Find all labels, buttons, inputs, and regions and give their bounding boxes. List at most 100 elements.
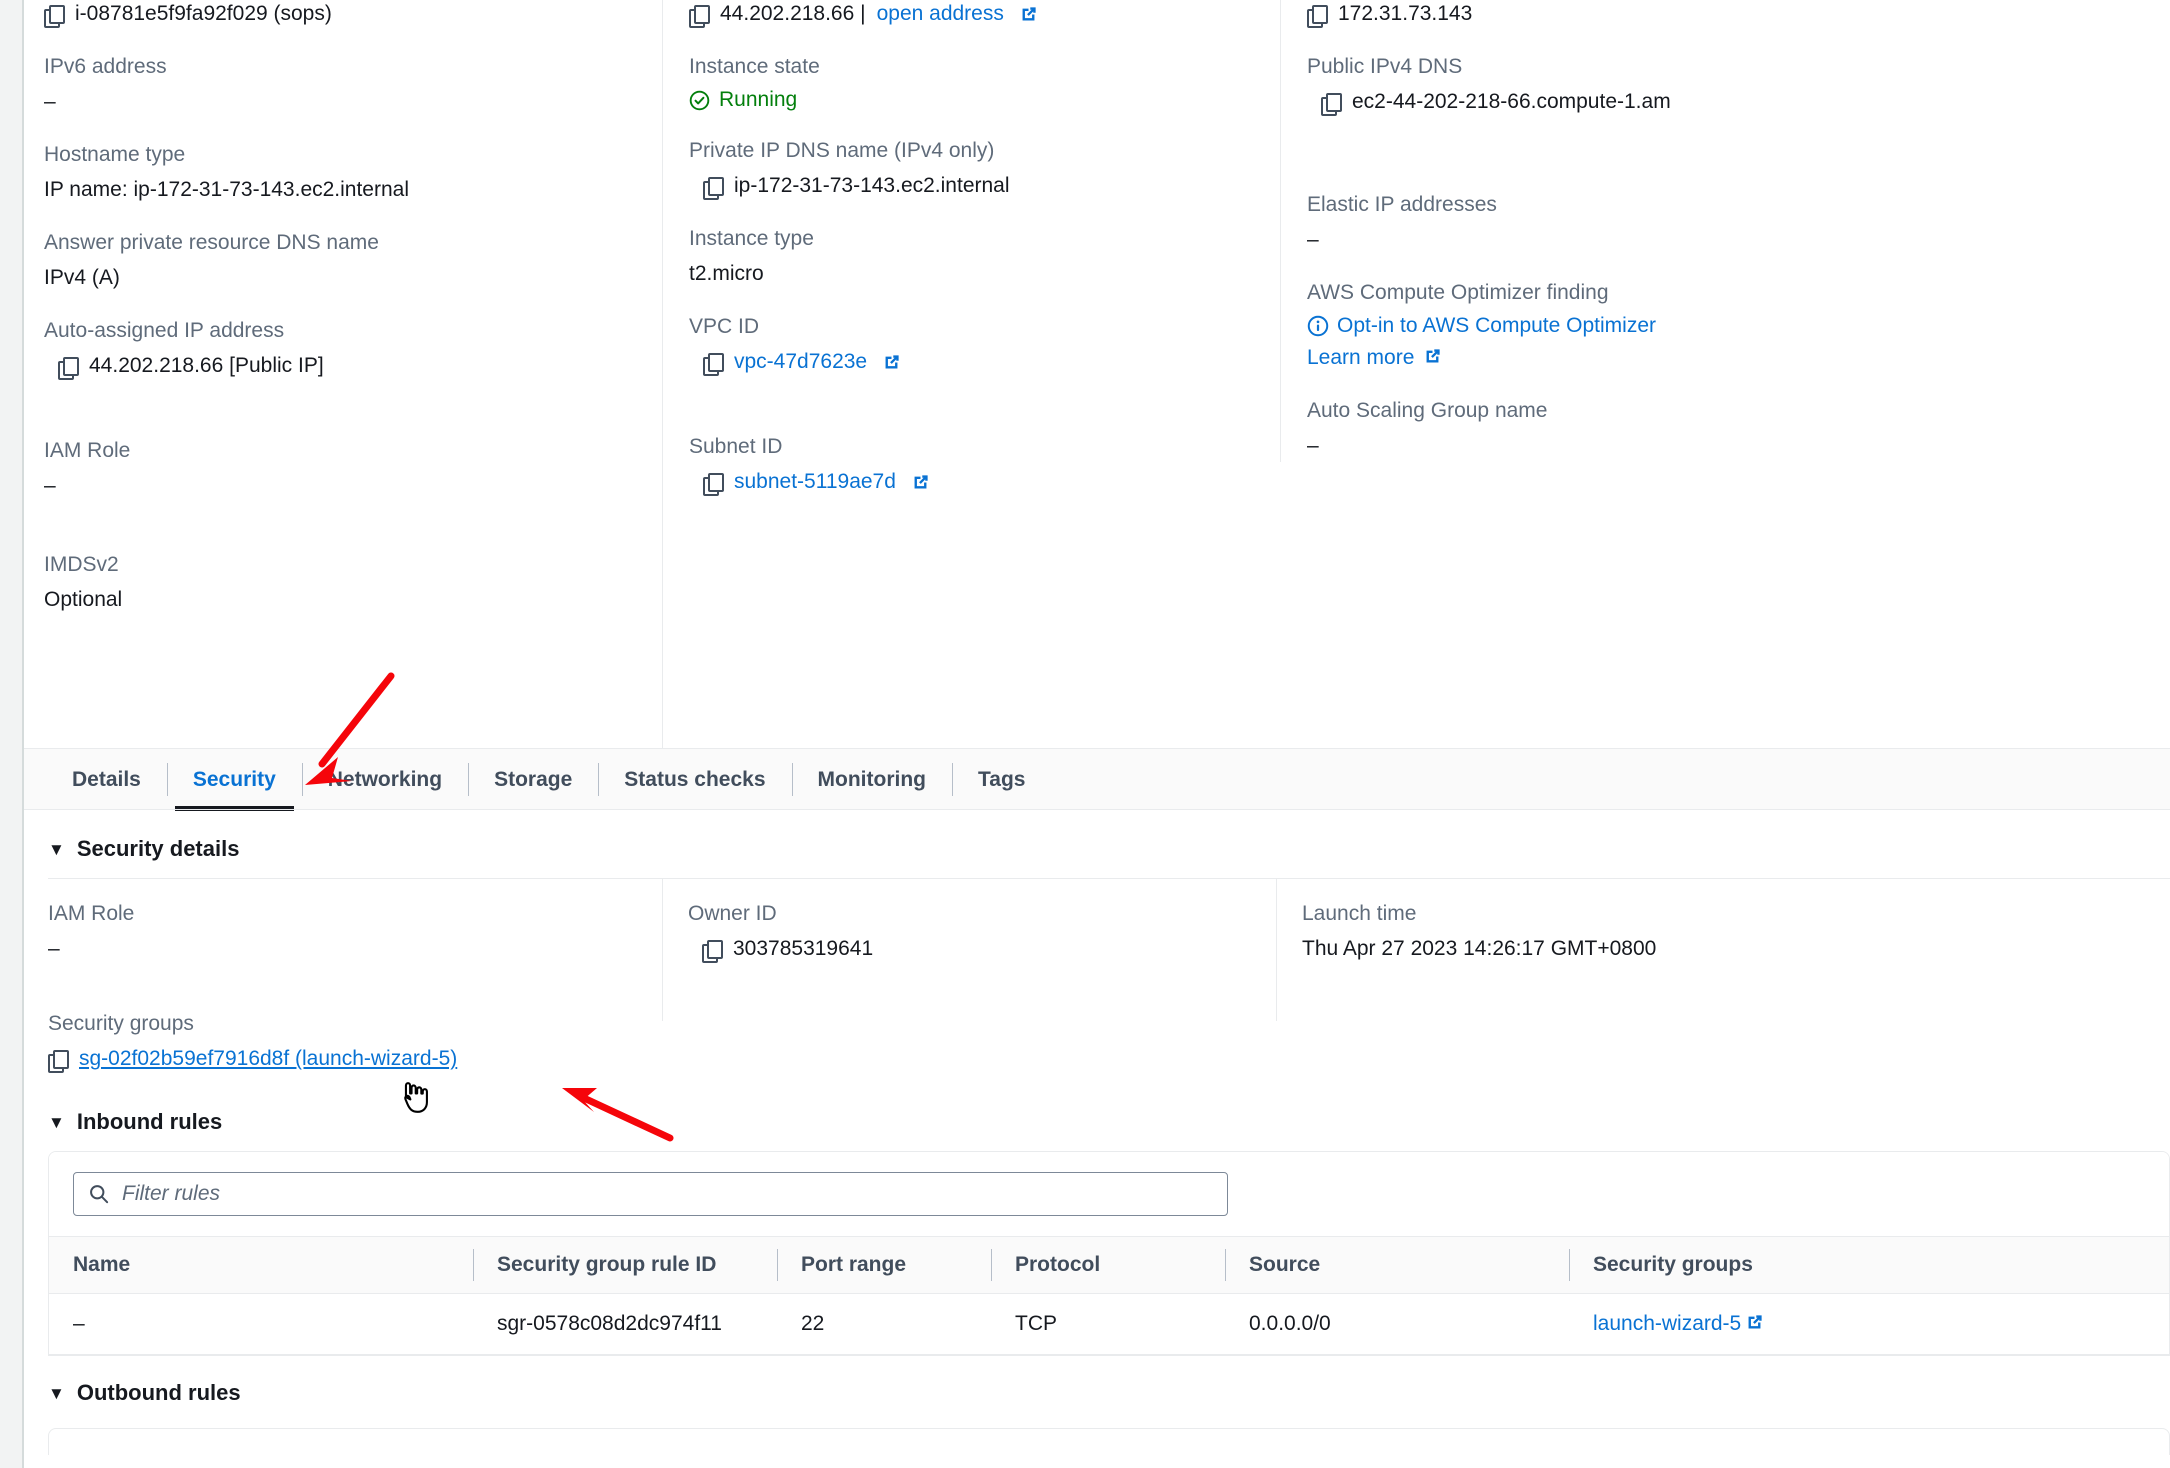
- search-icon: [88, 1183, 110, 1205]
- public-ipv4-value-row: 44.202.218.66 | open address: [689, 0, 1256, 28]
- table-header: Name Security group rule ID Port range P…: [49, 1236, 2169, 1294]
- security-column-middle: Owner ID 303785319641: [662, 879, 1276, 1099]
- field-label: Private IP DNS name (IPv4 only): [689, 139, 995, 162]
- copy-icon[interactable]: [703, 352, 724, 376]
- field-value-row: subnet-5119ae7d: [689, 468, 1256, 496]
- tab-tags[interactable]: Tags: [952, 749, 1051, 810]
- detail-tabs: Details Security Networking Storage Stat…: [24, 748, 2170, 811]
- field-label: Owner ID: [688, 902, 777, 925]
- field-instance-id: i-08781e5f9fa92f029 (sops): [44, 0, 638, 28]
- inbound-rules-header[interactable]: ▼ Inbound rules: [24, 1099, 2170, 1135]
- field-ipv6-address: IPv6 address –: [44, 54, 638, 116]
- tab-storage[interactable]: Storage: [468, 749, 598, 810]
- copy-icon[interactable]: [48, 1049, 69, 1073]
- chevron-down-icon[interactable]: ▼: [48, 841, 65, 858]
- field-value: 44.202.218.66 [Public IP]: [89, 354, 324, 377]
- field-label: Instance type: [689, 227, 814, 250]
- field-value: ip-172-31-73-143.ec2.internal: [734, 174, 1010, 197]
- copy-icon[interactable]: [44, 4, 65, 28]
- field-auto-scaling-group-name: Auto Scaling Group name –: [1307, 398, 2146, 460]
- copy-icon[interactable]: [703, 472, 724, 496]
- external-link-icon[interactable]: [1423, 347, 1442, 366]
- external-link-icon[interactable]: [911, 473, 930, 492]
- field-elastic-ip-addresses: Elastic IP addresses –: [1307, 192, 2146, 254]
- filter-rules-input[interactable]: Filter rules: [73, 1172, 1228, 1216]
- external-link-icon[interactable]: [1019, 5, 1038, 24]
- security-details-title: Security details: [76, 836, 240, 861]
- instance-summary-grid: i-08781e5f9fa92f029 (sops) IPv6 address …: [24, 0, 2170, 748]
- field-instance-state: Instance state Running: [689, 54, 1256, 112]
- vpc-id-link[interactable]: vpc-47d7623e: [734, 348, 867, 376]
- field-value: t2.micro: [689, 262, 764, 285]
- ec2-instance-detail-page: i-08781e5f9fa92f029 (sops) IPv6 address …: [0, 0, 2170, 1468]
- external-link-icon[interactable]: [1745, 1313, 1764, 1332]
- subnet-id-link[interactable]: subnet-5119ae7d: [734, 468, 896, 496]
- check-circle-icon: [689, 90, 710, 111]
- field-label: Subnet ID: [689, 435, 783, 458]
- tab-monitoring[interactable]: Monitoring: [791, 749, 952, 810]
- field-security-groups: Security groups sg-02f02b59ef7916d8f (la…: [48, 1011, 642, 1073]
- pointer-hand-cursor: [404, 1082, 428, 1113]
- field-aws-compute-optimizer-finding: AWS Compute Optimizer finding Opt-in to …: [1307, 280, 2146, 370]
- column-header-port-range[interactable]: Port range: [777, 1236, 991, 1294]
- chevron-down-icon[interactable]: ▼: [48, 1114, 65, 1131]
- tab-networking[interactable]: Networking: [301, 749, 468, 810]
- tab-status-checks[interactable]: Status checks: [598, 749, 791, 810]
- open-address-link[interactable]: open address: [877, 0, 1004, 28]
- outbound-rules-title: Outbound rules: [76, 1380, 241, 1405]
- field-value: ec2-44-202-218-66.compute-1.am: [1352, 90, 1671, 113]
- security-details-header[interactable]: ▼ Security details: [24, 810, 2170, 862]
- column-header-security-groups[interactable]: Security groups: [1569, 1236, 2169, 1294]
- field-value: –: [44, 90, 56, 113]
- optimizer-optin-link[interactable]: Opt-in to AWS Compute Optimizer: [1337, 314, 1656, 338]
- field-value: IPv4 (A): [44, 266, 120, 289]
- chevron-down-icon[interactable]: ▼: [48, 1385, 65, 1402]
- field-label: IAM Role: [44, 439, 131, 462]
- column-header-protocol[interactable]: Protocol: [991, 1236, 1225, 1294]
- tabs-bottom-border: [24, 809, 2170, 810]
- field-label: Security groups: [48, 1012, 194, 1035]
- private-ipv4-value-row: 172.31.73.143: [1307, 0, 2146, 28]
- copy-icon[interactable]: [689, 4, 710, 28]
- copy-icon[interactable]: [1307, 4, 1328, 28]
- copy-icon[interactable]: [702, 939, 723, 963]
- column-header-name[interactable]: Name: [49, 1236, 473, 1294]
- external-link-icon[interactable]: [882, 353, 901, 372]
- info-circle-icon: [1307, 315, 1329, 337]
- field-value-row: vpc-47d7623e: [689, 348, 1256, 376]
- field-value: –: [48, 937, 60, 960]
- optimizer-optin-row: Opt-in to AWS Compute Optimizer: [1307, 314, 2146, 338]
- security-group-link[interactable]: sg-02f02b59ef7916d8f (launch-wizard-5): [79, 1045, 457, 1073]
- summary-column-middle: 44.202.218.66 | open address Instance st…: [662, 0, 1280, 748]
- table-row: – sgr-0578c08d2dc974f11 22 TCP 0.0.0.0/0…: [49, 1293, 2169, 1355]
- field-owner-id: Owner ID 303785319641: [688, 901, 1256, 963]
- security-column-right: Launch time Thu Apr 27 2023 14:26:17 GMT…: [1276, 879, 2170, 1099]
- field-auto-assigned-ip-address: Auto-assigned IP address 44.202.218.66 […: [44, 318, 638, 380]
- private-ipv4-text: 172.31.73.143: [1338, 2, 1473, 25]
- security-tab-content: ▼ Security details IAM Role – Security g…: [24, 810, 2170, 1455]
- tab-details[interactable]: Details: [46, 749, 167, 810]
- table-header-row: Name Security group rule ID Port range P…: [49, 1236, 2169, 1294]
- cell-source: 0.0.0.0/0: [1225, 1293, 1569, 1355]
- field-instance-type: Instance type t2.micro: [689, 226, 1256, 288]
- column-header-source[interactable]: Source: [1225, 1236, 1569, 1294]
- column-header-security-group-rule-id[interactable]: Security group rule ID: [473, 1236, 777, 1294]
- copy-icon[interactable]: [703, 176, 724, 200]
- inbound-rules-table: Name Security group rule ID Port range P…: [49, 1236, 2169, 1355]
- field-hostname-type: Hostname type IP name: ip-172-31-73-143.…: [44, 142, 638, 204]
- inbound-rules-table-container: Filter rules Name Security group rule ID…: [48, 1151, 2170, 1356]
- learn-more-row: Learn more: [1307, 346, 2146, 370]
- copy-icon[interactable]: [1321, 92, 1342, 116]
- tab-security[interactable]: Security: [166, 749, 302, 811]
- outbound-rules-table-container: [48, 1428, 2170, 1455]
- field-label: Answer private resource DNS name: [44, 231, 379, 254]
- row-security-group-link[interactable]: launch-wizard-5: [1593, 1312, 1741, 1335]
- cell-protocol: TCP: [991, 1293, 1225, 1355]
- outbound-rules-header[interactable]: ▼ Outbound rules: [24, 1356, 2170, 1406]
- field-security-iam-role: IAM Role –: [48, 901, 642, 963]
- copy-icon[interactable]: [58, 356, 79, 380]
- learn-more-link[interactable]: Learn more: [1307, 346, 1414, 369]
- filter-row: Filter rules: [49, 1152, 2169, 1236]
- field-label: Launch time: [1302, 902, 1417, 925]
- cell-rule-id: sgr-0578c08d2dc974f11: [473, 1293, 777, 1355]
